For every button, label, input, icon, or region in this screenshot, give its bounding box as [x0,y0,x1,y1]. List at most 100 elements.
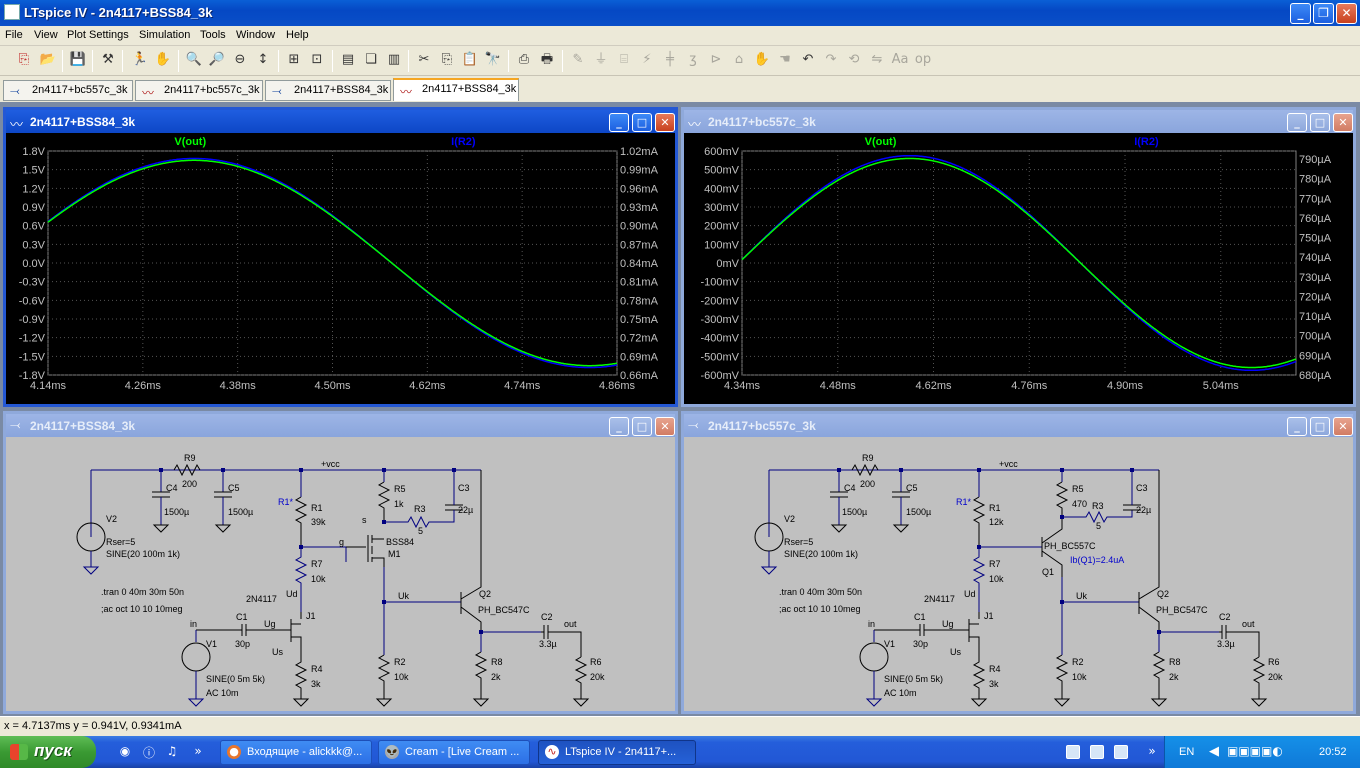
minimize-button[interactable]: _ [1290,3,1311,24]
zoom-fit-icon[interactable]: ⊡ [307,50,327,70]
in-net-label: in [190,619,197,629]
schematic-window-bss84[interactable]: ⤙ 2n4117+BSS84_3k _ □ ✕ +vcc R9 200 C4 1… [3,411,678,714]
zoom-extent-icon[interactable]: ⊞ [284,50,304,70]
control-panel-icon[interactable]: ⚒ [98,50,118,70]
c2-value: 3.3µ [1217,639,1235,649]
minimize-button[interactable]: _ [609,417,629,436]
tile-vertical-icon[interactable]: ▥ [384,50,404,70]
wire-icon[interactable]: ✎ [568,50,588,70]
move-icon[interactable]: ✋ [752,50,772,70]
task-ltspice[interactable]: ∿ LTspice IV - 2n4117+... [538,740,696,765]
maximize-button[interactable]: □ [632,113,652,132]
player-quicklaunch-icon[interactable]: ♫ [164,744,180,760]
zoom-out-icon[interactable]: 🔎 [207,50,227,70]
task-mail[interactable]: ● Входящие - alickkk@... [220,740,372,765]
redo-icon[interactable]: ↷ [821,50,841,70]
run-icon[interactable]: 🏃 [130,50,150,70]
schematic-canvas[interactable]: +vcc R9 200 C4 1500µ C5 1500µ V2 Rser=5 … [6,437,675,711]
component-icon[interactable]: ⌂ [729,50,749,70]
diode-icon[interactable]: ⊳ [706,50,726,70]
tray-icons[interactable]: ▣▣▣▣◐ [1227,744,1283,758]
rotate-icon[interactable]: ⟲ [844,50,864,70]
print-setup-icon[interactable]: ⎙ [514,50,534,70]
mirror-icon[interactable]: ⇋ [867,50,887,70]
menu-plot-settings[interactable]: Plot Settings [67,29,129,41]
halt-icon[interactable]: ✋ [153,50,173,70]
task-cream[interactable]: 👽 Cream - [Live Cream ... [378,740,530,765]
network-tray-icon[interactable] [1090,745,1104,759]
menu-window[interactable]: Window [236,29,275,41]
tab-2n4117-bss84-schematic[interactable]: ⤙ 2n4117+BSS84_3k [265,80,391,101]
save-icon[interactable]: 💾 [68,50,88,70]
menu-file[interactable]: File [5,29,23,41]
open-icon[interactable]: 📂 [38,50,58,70]
plot-window-bss84[interactable]: 〰 2n4117+BSS84_3k _ □ ✕ V(out) I(R2) 1.8V 1… [3,107,678,407]
us-net-label: Us [272,647,283,657]
menu-simulation[interactable]: Simulation [139,29,190,41]
drag-icon[interactable]: ☚ [775,50,795,70]
schematic-icon: ⤙ [10,418,21,433]
new-schematic-icon[interactable]: ⎘ [14,50,34,70]
waveform-plot[interactable]: V(out) I(R2) 600mV 500mV 400mV 300mV 200mV 100m… [684,133,1353,404]
plot-window-bc557c[interactable]: 〰 2n4117+bc557c_3k _ □ ✕ V(out) I(R2) 600m… [681,107,1356,407]
restore-button[interactable]: ❐ [1313,3,1334,24]
plot-pane[interactable]: V(out) I(R2) 600mV 500mV 400mV 300mV 200mV 100m… [684,133,1353,404]
copy-icon[interactable]: ⎘ [437,50,457,70]
menu-tools[interactable]: Tools [200,29,226,41]
schematic-window-bc557c[interactable]: ⤙ 2n4117+bc557c_3k _ □ ✕ +vcc R9 200 C4 … [681,411,1356,714]
tab-2n4117-bc557c-waveform[interactable]: 〰 2n4117+bc557c_3k [135,80,263,101]
close-button[interactable]: ✕ [1336,3,1357,24]
r2-value: 10k [1072,672,1087,682]
inductor-icon[interactable]: ʒ [683,50,703,70]
start-button[interactable]: пуск [0,736,96,768]
cut-icon[interactable]: ✂ [414,50,434,70]
menu-help[interactable]: Help [286,29,309,41]
language-indicator[interactable]: EN [1179,746,1194,758]
cascade-icon[interactable]: ❏ [361,50,381,70]
tray-back-icon[interactable]: ◀ [1209,744,1219,759]
schematic-drawing[interactable]: +vcc R9 200 C4 1500µ C5 1500µ V2 Rser=5 … [6,437,675,711]
zoom-in-icon[interactable]: 🔍 [184,50,204,70]
resistor-icon[interactable]: ⚡ [637,50,657,70]
info-quicklaunch-icon[interactable]: ⓘ [141,744,157,760]
close-button[interactable]: ✕ [655,417,675,436]
ground-icon[interactable]: ⏚ [591,50,611,70]
close-button[interactable]: ✕ [1333,113,1353,132]
minimize-button[interactable]: _ [1287,113,1307,132]
browser-quicklaunch-icon[interactable]: ◉ [117,744,133,760]
schematic-drawing[interactable]: +vcc R9 200 C4 1500µ C5 1500µ V2 Rser=5 … [684,437,1353,711]
maximize-button[interactable]: □ [1310,113,1330,132]
monitor-tray-icon[interactable] [1114,745,1128,759]
minimize-button[interactable]: _ [1287,417,1307,436]
tile-horizontal-icon[interactable]: ▤ [338,50,358,70]
window-caption: 〰 2n4117+BSS84_3k _ □ ✕ [6,110,675,133]
r3-label: R3 [414,504,426,514]
zoom-back-icon[interactable]: ⊖ [230,50,250,70]
waveform-plot[interactable]: V(out) I(R2) 1.8V 1.5V 1.2V 0.9V 0.6V 0.3V 0.0V -… [6,133,675,404]
plot-pane[interactable]: V(out) I(R2) 1.8V 1.5V 1.2V 0.9V 0.6V 0.3V 0.0V -… [6,133,675,404]
maximize-button[interactable]: □ [1310,417,1330,436]
maximize-button[interactable]: □ [632,417,652,436]
y-tick-right: 0.96mA [620,183,659,195]
capacitor-icon[interactable]: ╪ [660,50,680,70]
close-button[interactable]: ✕ [655,113,675,132]
quicklaunch-expand-icon[interactable]: » [190,744,206,760]
tab-2n4117-bss84-waveform[interactable]: 〰 2n4117+BSS84_3k [393,78,519,101]
autorange-icon[interactable]: ↕ [253,50,273,70]
tray-expand-icon[interactable]: » [1144,744,1160,760]
minimize-button[interactable]: _ [609,113,629,132]
spice-directive-icon[interactable]: op [913,50,933,70]
menu-view[interactable]: View [34,29,58,41]
label-icon[interactable]: ⌸ [614,50,634,70]
undo-icon[interactable]: ↶ [798,50,818,70]
schematic-canvas[interactable]: +vcc R9 200 C4 1500µ C5 1500µ V2 Rser=5 … [684,437,1353,711]
text-icon[interactable]: Aa [890,50,910,70]
close-button[interactable]: ✕ [1333,417,1353,436]
paste-icon[interactable]: 📋 [460,50,480,70]
y-tick-right: 0.84mA [620,258,659,270]
tab-2n4117-bc557c-schematic[interactable]: ⤙ 2n4117+bc557c_3k [3,80,133,101]
print-icon[interactable]: 🖶 [537,50,557,70]
schematic-labels: +vcc R9 200 C4 1500µ C5 1500µ V2 Rser=5 … [101,453,605,698]
find-icon[interactable]: 🔭 [483,50,503,70]
notebook-tray-icon[interactable] [1066,745,1080,759]
